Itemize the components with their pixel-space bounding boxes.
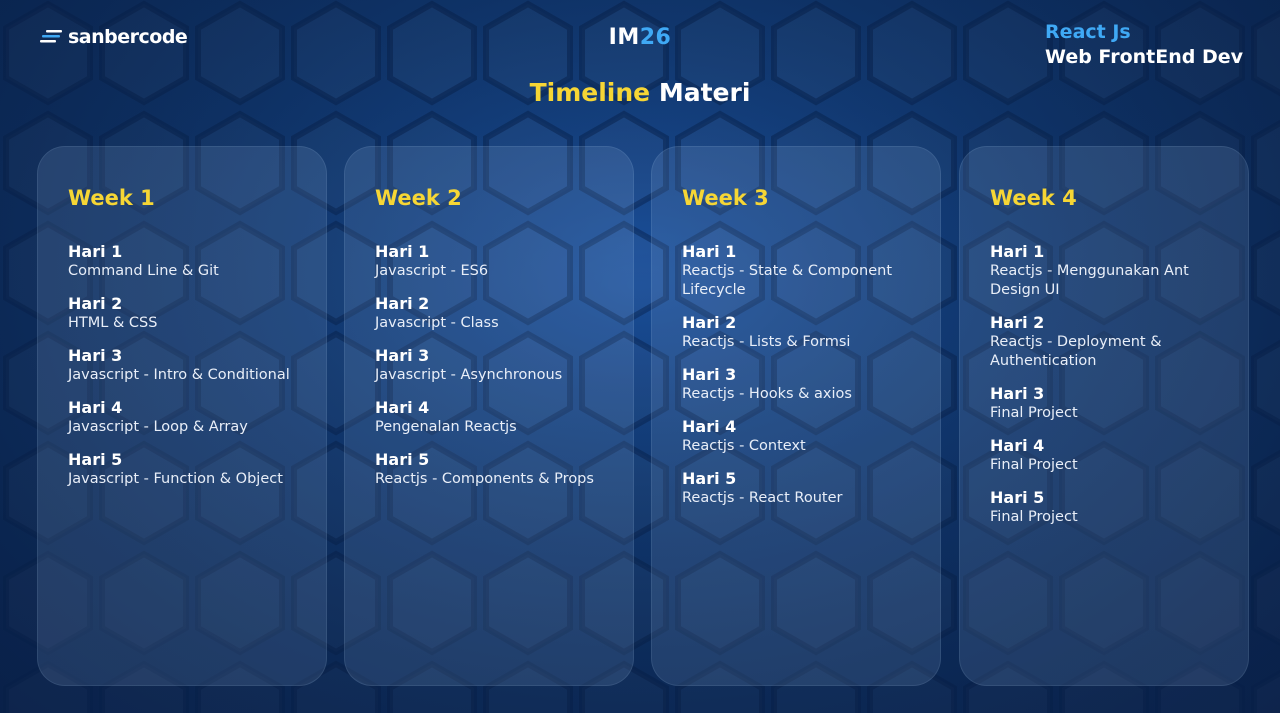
- day-label: Hari 2: [375, 294, 430, 313]
- day-topic: Final Project: [990, 509, 1078, 525]
- day-label: Hari 1: [375, 242, 430, 261]
- day-topic: Javascript - Asynchronous: [375, 367, 563, 383]
- day-topic: Reactjs - Context: [682, 438, 806, 454]
- course-track: React Js: [1045, 21, 1131, 43]
- day-item: Hari 2 Javascript - Class: [375, 293, 613, 333]
- week-title: Week 2: [375, 186, 462, 210]
- day-item: Hari 1 Javascript - ES6: [375, 241, 613, 281]
- week-card-3: Week 3 Hari 1 Reactjs - State & Componen…: [651, 146, 941, 686]
- day-topic: Reactjs - Hooks & axios: [682, 386, 852, 402]
- course-info: React Js Web FrontEnd Dev: [1045, 20, 1243, 70]
- day-topic: Javascript - Intro & Conditional: [68, 367, 290, 383]
- day-topic: Reactjs - Lists & Formsi: [682, 334, 851, 350]
- day-topic: Reactjs - Deployment & Authentication: [990, 334, 1162, 369]
- day-item: Hari 3 Final Project: [990, 383, 1228, 423]
- weeks-timeline: Week 1 Hari 1 Command Line & Git Hari 2 …: [37, 146, 1249, 686]
- day-label: Hari 3: [68, 346, 123, 365]
- day-item: Hari 3 Reactjs - Hooks & axios: [682, 364, 920, 404]
- day-label: Hari 1: [990, 242, 1045, 261]
- day-topic: Reactjs - React Router: [682, 490, 843, 506]
- week-title: Week 3: [682, 186, 769, 210]
- day-item: Hari 1 Reactjs - State & Component Lifec…: [682, 241, 920, 300]
- day-label: Hari 4: [375, 398, 430, 417]
- day-label: Hari 3: [375, 346, 430, 365]
- day-item: Hari 5 Reactjs - React Router: [682, 468, 920, 508]
- day-topic: Javascript - ES6: [375, 263, 489, 279]
- day-label: Hari 2: [682, 313, 737, 332]
- day-topic: Reactjs - State & Component Lifecycle: [682, 263, 893, 298]
- header: sanbercode IM26 React Js Web FrontEnd De…: [0, 0, 1280, 120]
- week-title: Week 1: [68, 186, 155, 210]
- day-topic: Final Project: [990, 405, 1078, 421]
- day-label: Hari 2: [68, 294, 123, 313]
- day-item: Hari 2 Reactjs - Deployment & Authentica…: [990, 312, 1228, 371]
- day-item: Hari 3 Javascript - Asynchronous: [375, 345, 613, 385]
- day-topic: Command Line & Git: [68, 263, 219, 279]
- day-topic: Reactjs - Menggunakan Ant Design UI: [990, 263, 1189, 298]
- day-label: Hari 4: [68, 398, 123, 417]
- day-item: Hari 1 Reactjs - Menggunakan Ant Design …: [990, 241, 1228, 300]
- page-title-highlight: Timeline: [529, 78, 651, 107]
- course-name: Web FrontEnd Dev: [1045, 46, 1243, 68]
- day-topic: Reactjs - Components & Props: [375, 471, 594, 487]
- week-title: Week 4: [990, 186, 1077, 210]
- day-item: Hari 1 Command Line & Git: [68, 241, 306, 281]
- day-item: Hari 4 Final Project: [990, 435, 1228, 475]
- day-item: Hari 4 Pengenalan Reactjs: [375, 397, 613, 437]
- week-card-2: Week 2 Hari 1 Javascript - ES6 Hari 2 Ja…: [344, 146, 634, 686]
- day-item: Hari 5 Javascript - Function & Object: [68, 449, 306, 489]
- day-label: Hari 5: [375, 450, 430, 469]
- day-item: Hari 2 Reactjs - Lists & Formsi: [682, 312, 920, 352]
- page-title: Timeline Materi: [0, 78, 1280, 107]
- day-item: Hari 5 Final Project: [990, 487, 1228, 527]
- day-label: Hari 5: [68, 450, 123, 469]
- day-topic: Javascript - Loop & Array: [68, 419, 248, 435]
- page-title-rest: Materi: [658, 78, 751, 107]
- week-card-4: Week 4 Hari 1 Reactjs - Menggunakan Ant …: [959, 146, 1249, 686]
- day-label: Hari 1: [682, 242, 737, 261]
- day-item: Hari 3 Javascript - Intro & Conditional: [68, 345, 306, 385]
- day-topic: Javascript - Function & Object: [68, 471, 283, 487]
- day-topic: Final Project: [990, 457, 1078, 473]
- week-card-1: Week 1 Hari 1 Command Line & Git Hari 2 …: [37, 146, 327, 686]
- day-label: Hari 4: [682, 417, 737, 436]
- day-topic: HTML & CSS: [68, 315, 158, 331]
- day-item: Hari 4 Reactjs - Context: [682, 416, 920, 456]
- day-item: Hari 4 Javascript - Loop & Array: [68, 397, 306, 437]
- day-label: Hari 4: [990, 436, 1045, 455]
- day-label: Hari 2: [990, 313, 1045, 332]
- day-label: Hari 5: [682, 469, 737, 488]
- program-prefix: IM: [608, 25, 640, 50]
- day-label: Hari 3: [682, 365, 737, 384]
- day-topic: Pengenalan Reactjs: [375, 419, 517, 435]
- program-number: 26: [639, 25, 672, 50]
- day-topic: Javascript - Class: [375, 315, 499, 331]
- day-item: Hari 5 Reactjs - Components & Props: [375, 449, 613, 489]
- day-label: Hari 5: [990, 488, 1045, 507]
- day-item: Hari 2 HTML & CSS: [68, 293, 306, 333]
- day-label: Hari 1: [68, 242, 123, 261]
- day-label: Hari 3: [990, 384, 1045, 403]
